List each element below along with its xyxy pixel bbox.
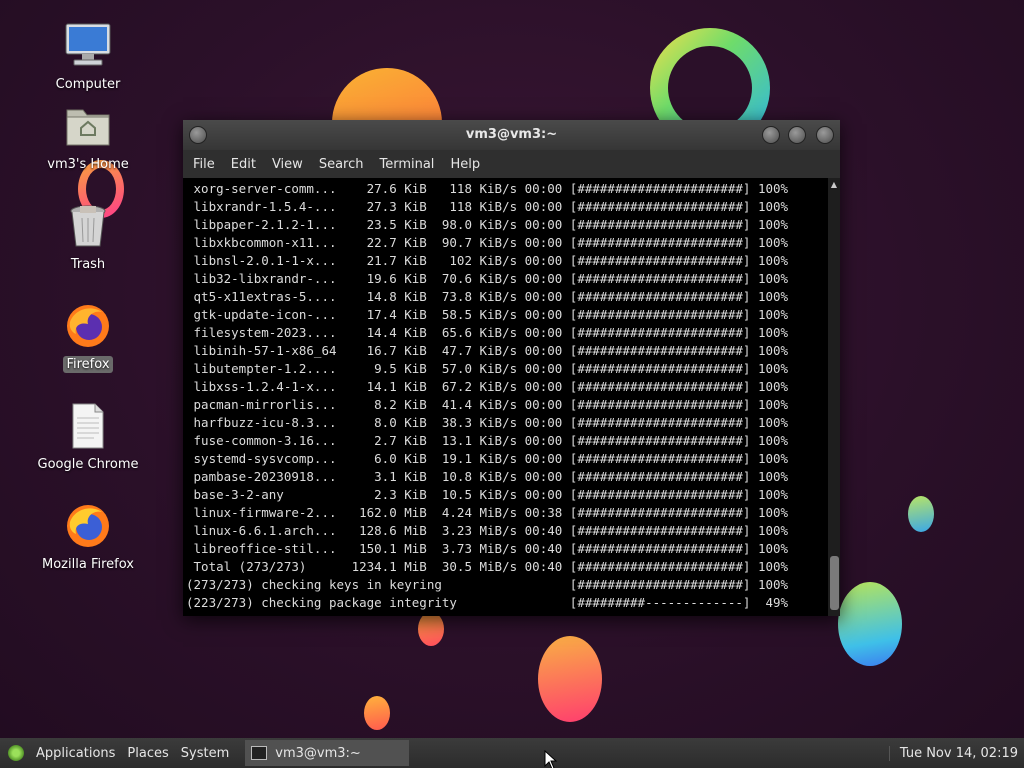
terminal-line: libinih-57-1-x86_64 16.7 KiB 47.7 KiB/s … xyxy=(186,343,789,358)
terminal-line: (223/273) checking package integrity [##… xyxy=(186,595,789,610)
terminal-menubar: File Edit View Search Terminal Help xyxy=(183,150,840,178)
desktop-icon-trash[interactable]: Trash xyxy=(33,202,143,273)
desktop-icon-home[interactable]: vm3's Home xyxy=(33,102,143,173)
terminal-line: lib32-libxrandr-... 19.6 KiB 70.6 KiB/s … xyxy=(186,271,789,286)
firefox-icon xyxy=(64,502,112,550)
menu-edit[interactable]: Edit xyxy=(223,157,264,172)
menu-view[interactable]: View xyxy=(264,157,311,172)
wallpaper-blob xyxy=(364,696,390,730)
menu-file[interactable]: File xyxy=(185,157,223,172)
desktop-icon-firefox[interactable]: Firefox xyxy=(33,302,143,373)
computer-icon xyxy=(64,22,112,70)
menu-terminal[interactable]: Terminal xyxy=(371,157,442,172)
clock[interactable]: Tue Nov 14, 02:19 xyxy=(888,745,1024,761)
terminal-line: libxss-1.2.4-1-x... 14.1 KiB 67.2 KiB/s … xyxy=(186,379,789,394)
terminal-line: libutempter-1.2.... 9.5 KiB 57.0 KiB/s 0… xyxy=(186,361,789,376)
terminal-titlebar[interactable]: vm3@vm3:~ xyxy=(183,120,840,150)
terminal-line: fuse-common-3.16... 2.7 KiB 13.1 KiB/s 0… xyxy=(186,433,789,448)
close-button[interactable] xyxy=(816,126,834,144)
firefox-icon xyxy=(64,302,112,350)
terminal-line: base-3-2-any 2.3 KiB 10.5 KiB/s 00:00 [#… xyxy=(186,487,789,502)
terminal-line: libnsl-2.0.1-1-x... 21.7 KiB 102 KiB/s 0… xyxy=(186,253,789,268)
minimize-button[interactable] xyxy=(762,126,780,144)
terminal-line: filesystem-2023.... 14.4 KiB 65.6 KiB/s … xyxy=(186,325,789,340)
terminal-output[interactable]: xorg-server-comm... 27.6 KiB 118 KiB/s 0… xyxy=(183,178,828,616)
terminal-line: qt5-x11extras-5.... 14.8 KiB 73.8 KiB/s … xyxy=(186,289,789,304)
terminal-line: libpaper-2.1.2-1... 23.5 KiB 98.0 KiB/s … xyxy=(186,217,789,232)
menu-search[interactable]: Search xyxy=(311,157,372,172)
desktop-icon-label: Trash xyxy=(70,257,106,272)
terminal-line: gtk-update-icon-... 17.4 KiB 58.5 KiB/s … xyxy=(186,307,789,322)
menu-applications[interactable]: Applications xyxy=(30,746,121,761)
desktop-icon-computer[interactable]: Computer xyxy=(33,22,143,93)
terminal-scrollbar[interactable]: ▲ xyxy=(828,178,840,616)
terminal-line: Total (273/273) 1234.1 MiB 30.5 MiB/s 00… xyxy=(186,559,789,574)
terminal-line: linux-firmware-2... 162.0 MiB 4.24 MiB/s… xyxy=(186,505,789,520)
wallpaper-blob xyxy=(838,582,902,666)
terminal-line: linux-6.6.1.arch... 128.6 MiB 3.23 MiB/s… xyxy=(186,523,789,538)
terminal-text: xorg-server-comm... 27.6 KiB 118 KiB/s 0… xyxy=(183,178,828,612)
scrollbar-thumb[interactable] xyxy=(830,556,839,610)
window-menu-button[interactable] xyxy=(189,126,207,144)
document-icon xyxy=(64,402,112,450)
maximize-button[interactable] xyxy=(788,126,806,144)
terminal-line: pambase-20230918... 3.1 KiB 10.8 KiB/s 0… xyxy=(186,469,789,484)
terminal-line: libxkbcommon-x11... 22.7 KiB 90.7 KiB/s … xyxy=(186,235,789,250)
mouse-cursor-icon xyxy=(544,750,558,768)
wallpaper-blob xyxy=(538,636,602,722)
window-title: vm3@vm3:~ xyxy=(465,127,558,142)
taskbar-task-terminal[interactable]: vm3@vm3:~ xyxy=(245,740,410,766)
terminal-line: harfbuzz-icu-8.3... 8.0 KiB 38.3 KiB/s 0… xyxy=(186,415,789,430)
taskbar: Applications Places System vm3@vm3:~ Tue… xyxy=(0,738,1024,768)
terminal-window[interactable]: vm3@vm3:~ File Edit View Search Terminal… xyxy=(183,120,840,616)
terminal-line: xorg-server-comm... 27.6 KiB 118 KiB/s 0… xyxy=(186,181,789,196)
desktop-icon-label: Computer xyxy=(55,77,121,92)
wallpaper-blob xyxy=(418,612,444,646)
terminal-line: pacman-mirrorlis... 8.2 KiB 41.4 KiB/s 0… xyxy=(186,397,789,412)
desktop-icon-google-chrome[interactable]: Google Chrome xyxy=(33,402,143,473)
trash-icon xyxy=(64,202,112,250)
terminal-line: libreoffice-stil... 150.1 MiB 3.73 MiB/s… xyxy=(186,541,789,556)
menu-places[interactable]: Places xyxy=(121,746,174,761)
desktop-icon-label: vm3's Home xyxy=(47,157,129,172)
terminal-line: (273/273) checking keys in keyring [####… xyxy=(186,577,789,592)
menu-system[interactable]: System xyxy=(175,746,235,761)
terminal-line: systemd-sysvcomp... 6.0 KiB 19.1 KiB/s 0… xyxy=(186,451,789,466)
distro-logo-icon[interactable] xyxy=(8,745,24,761)
terminal-icon xyxy=(251,746,268,760)
desktop-icon-label: Firefox xyxy=(63,356,113,373)
desktop-icon-mozilla-firefox[interactable]: Mozilla Firefox xyxy=(33,502,143,573)
desktop-icon-label: Google Chrome xyxy=(37,457,139,472)
wallpaper-blob xyxy=(908,496,934,532)
home-folder-icon xyxy=(64,102,112,150)
task-label: vm3@vm3:~ xyxy=(275,745,361,761)
scroll-up-icon[interactable]: ▲ xyxy=(829,180,839,190)
desktop-icon-label: Mozilla Firefox xyxy=(42,557,134,572)
terminal-line: libxrandr-1.5.4-... 27.3 KiB 118 KiB/s 0… xyxy=(186,199,789,214)
desktop-background: Computer vm3's Home Trash Firefox Google… xyxy=(0,0,1024,738)
menu-help[interactable]: Help xyxy=(442,157,488,172)
